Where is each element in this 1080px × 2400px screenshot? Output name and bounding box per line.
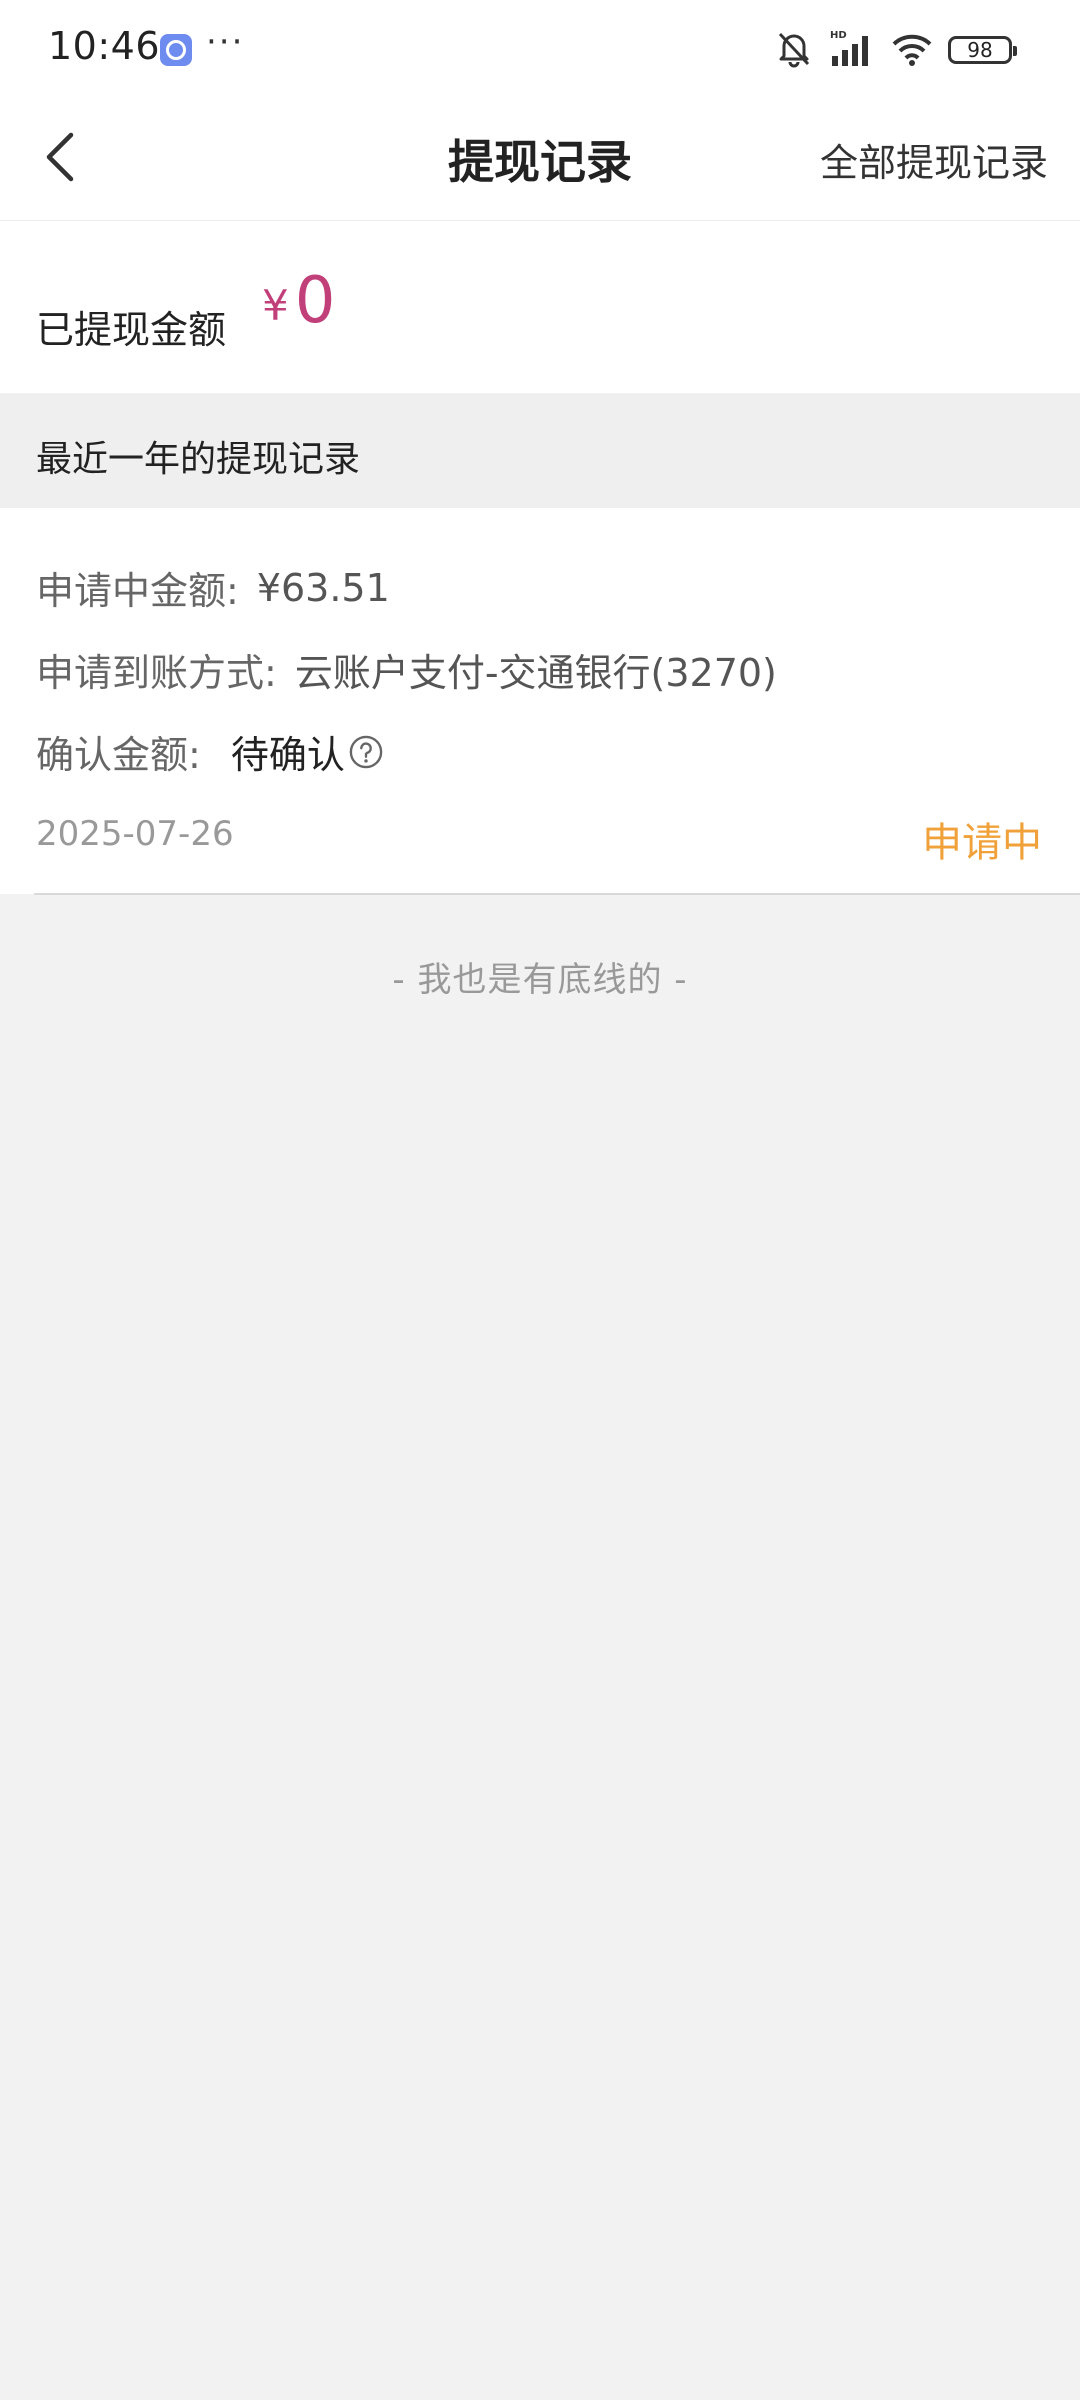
withdrawn-amount-value: 0 (294, 264, 336, 338)
status-time: 10:46 (48, 24, 161, 68)
divider (34, 893, 1080, 895)
status-bar: 10:46 ··· HD 98 (0, 0, 1080, 100)
withdrawn-summary: 已提现金额 ¥ 0 (0, 221, 1080, 393)
status-badge: 申请中 (922, 820, 1042, 866)
nav-header: 提现记录 全部提现记录 (0, 100, 1080, 221)
all-records-link[interactable]: 全部提现记录 (820, 132, 1048, 187)
signal-icon: HD (828, 28, 876, 72)
battery-icon: 98 (948, 36, 1017, 64)
battery-level: 98 (967, 38, 993, 62)
payout-method-label: 申请到账方式: (36, 651, 277, 695)
record-date: 2025-07-26 (36, 814, 234, 854)
withdrawn-amount: ¥ 0 (262, 269, 335, 333)
pending-amount-value: ¥63.51 (256, 565, 390, 610)
confirm-amount-row: 确认金额: 待确认 (36, 724, 383, 779)
more-notifications-icon: ··· (206, 22, 245, 62)
confirm-amount-label: 确认金额: (36, 733, 201, 777)
hd-label: HD (830, 30, 847, 41)
pending-amount-label: 申请中金额: (36, 569, 239, 613)
currency-symbol: ¥ (262, 281, 289, 330)
payout-method-row: 申请到账方式: 云账户支付-交通银行(3270) (36, 642, 777, 697)
payout-method-value: 云账户支付-交通银行(3270) (294, 651, 777, 695)
section-header: 最近一年的提现记录 (0, 394, 1080, 508)
mute-bell-icon (774, 28, 814, 72)
section-title: 最近一年的提现记录 (36, 439, 361, 480)
app-notification-icon (160, 34, 192, 66)
confirm-amount-value: 待确认 (230, 733, 345, 777)
end-of-list-note: - 我也是有底线的 - (392, 960, 688, 1000)
status-icons: HD 98 (774, 28, 1017, 72)
withdrawal-record[interactable]: 申请中金额: ¥63.51 申请到账方式: 云账户支付-交通银行(3270) 确… (0, 508, 1080, 895)
question-mark-icon[interactable] (349, 735, 383, 769)
withdrawn-amount-label: 已提现金额 (36, 308, 227, 352)
wifi-icon (890, 28, 934, 72)
pending-amount-row: 申请中金额: ¥63.51 (36, 560, 390, 615)
